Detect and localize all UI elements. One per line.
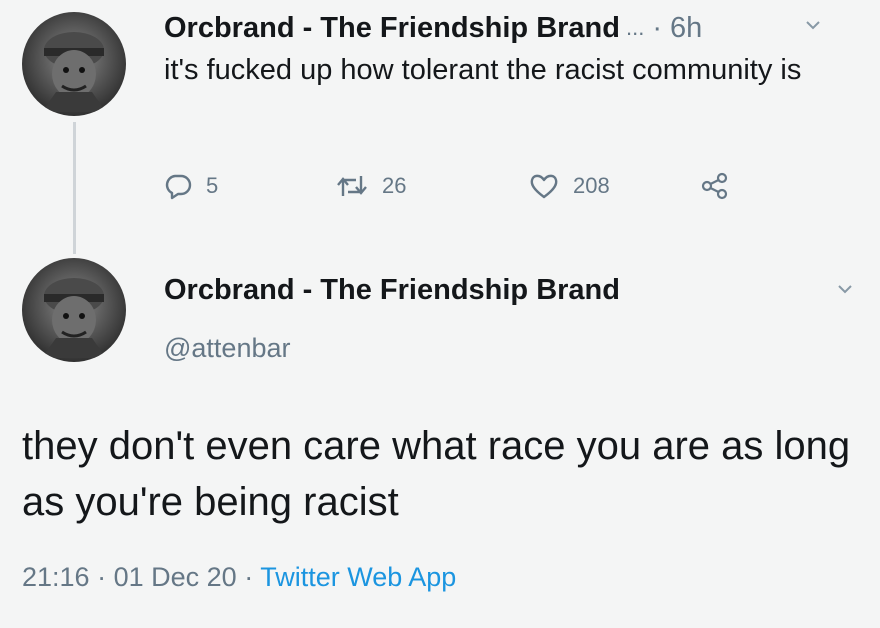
share-icon <box>701 172 728 200</box>
meta-separator: · <box>244 562 254 592</box>
meta-separator: · <box>97 562 107 592</box>
tweet-time[interactable]: 21:16 <box>22 562 90 592</box>
share-button[interactable] <box>700 172 730 200</box>
reply-icon <box>165 174 192 200</box>
reply-button[interactable]: 5 <box>164 172 218 200</box>
avatar[interactable] <box>22 12 126 116</box>
orc-avatar-icon <box>42 278 106 358</box>
tweet-meta: 21:16 · 01 Dec 20 · Twitter Web App <box>22 562 456 593</box>
name-ellipsis: ... <box>626 15 645 40</box>
retweet-count: 26 <box>382 173 407 198</box>
orc-avatar-icon <box>42 32 106 112</box>
tweet-date[interactable]: 01 Dec 20 <box>114 562 237 592</box>
reply-count: 5 <box>206 173 219 198</box>
tweet1-header: Orcbrand - The Friendship Brand ... · 6h <box>164 10 702 46</box>
thread-line <box>73 122 76 254</box>
like-icon <box>530 174 558 199</box>
author-name[interactable]: Orcbrand - The Friendship Brand <box>164 274 620 307</box>
tweet-time[interactable]: · 6h <box>652 10 702 46</box>
like-button[interactable]: 208 <box>529 172 610 200</box>
chevron-down-icon[interactable] <box>836 280 854 298</box>
chevron-down-icon[interactable] <box>804 16 822 34</box>
author-handle[interactable]: @attenbar <box>164 333 290 364</box>
source-app-link[interactable]: Twitter Web App <box>260 562 456 592</box>
like-count: 208 <box>573 173 610 198</box>
avatar[interactable] <box>22 258 126 362</box>
retweet-icon <box>337 176 367 196</box>
tweet1-text: it's fucked up how tolerant the racist c… <box>164 54 802 86</box>
author-name[interactable]: Orcbrand - The Friendship Brand <box>164 10 620 46</box>
retweet-button[interactable]: 26 <box>336 172 406 200</box>
tweet-actions: 5 26 208 <box>164 172 764 208</box>
tweet2-text: they don't even care what race you are a… <box>22 424 851 524</box>
